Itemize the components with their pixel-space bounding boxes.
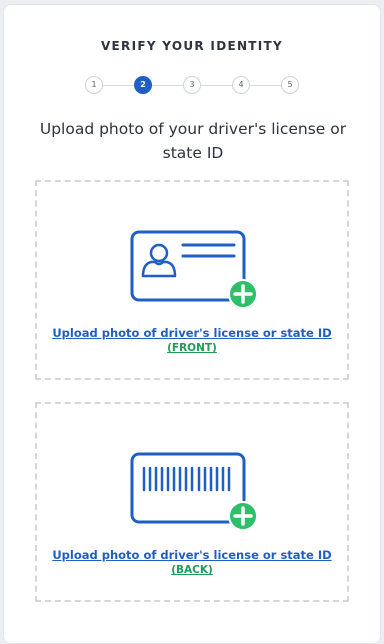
step-4: 4 xyxy=(232,76,250,94)
upload-front-dropzone[interactable]: Upload photo of driver's license or stat… xyxy=(35,180,349,380)
back-side-label[interactable]: (BACK) xyxy=(37,564,347,576)
id-card-back-barcode-add-icon xyxy=(130,452,258,530)
step-5: 5 xyxy=(281,76,299,94)
step-3: 3 xyxy=(183,76,201,94)
upload-back-link[interactable]: Upload photo of driver's license or stat… xyxy=(37,548,347,562)
upload-back-dropzone[interactable]: Upload photo of driver's license or stat… xyxy=(35,402,349,602)
page-title: VERIFY YOUR IDENTITY xyxy=(100,39,284,53)
verify-identity-card: VERIFY YOUR IDENTITY 1 2 3 4 5 Upload ph… xyxy=(3,4,381,644)
progress-stepper: 1 2 3 4 5 xyxy=(4,76,380,96)
step-1: 1 xyxy=(85,76,103,94)
front-side-label[interactable]: (FRONT) xyxy=(37,342,347,354)
id-card-front-add-icon xyxy=(130,230,258,308)
upload-instructions-heading: Upload photo of your driver's license or… xyxy=(39,120,347,162)
step-2-active: 2 xyxy=(134,76,152,94)
upload-front-link[interactable]: Upload photo of driver's license or stat… xyxy=(37,326,347,340)
